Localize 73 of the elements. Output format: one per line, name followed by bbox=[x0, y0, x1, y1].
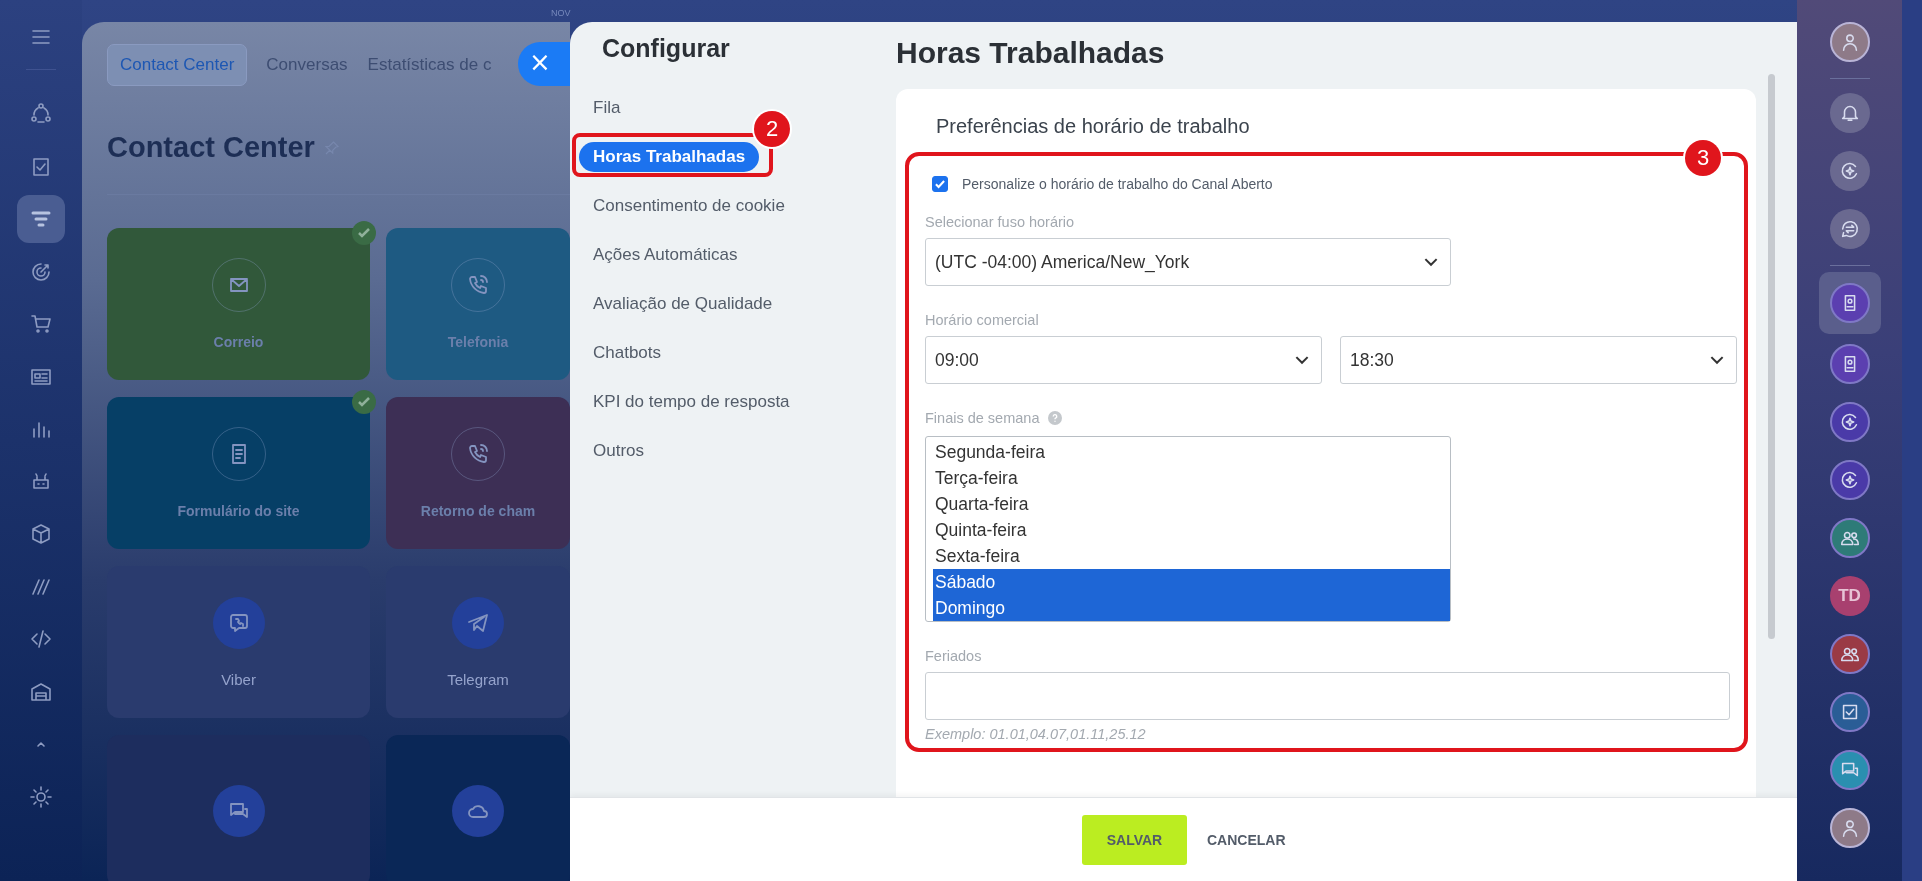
sidebar-title: Configurar bbox=[602, 34, 731, 63]
list-option[interactable]: Quinta-feira bbox=[933, 517, 1450, 543]
list-option[interactable]: Sexta-feira bbox=[933, 543, 1450, 569]
cube-icon[interactable] bbox=[29, 522, 53, 546]
sparkle-icon[interactable] bbox=[1829, 151, 1870, 191]
list-option[interactable]: Domingo bbox=[933, 595, 1450, 621]
tile-label: Telegram bbox=[447, 670, 509, 688]
list-option[interactable]: Segunda-feira bbox=[933, 439, 1450, 465]
phone-icon bbox=[466, 442, 490, 466]
field-label: Finais de semana bbox=[925, 410, 1040, 426]
list-option[interactable]: Quarta-feira bbox=[933, 491, 1450, 517]
initials-avatar[interactable]: TD bbox=[1829, 576, 1870, 616]
sidebar-item[interactable]: Consentimento de cookie bbox=[579, 190, 799, 221]
settings-icon[interactable] bbox=[29, 784, 53, 809]
timezone-select[interactable]: (UTC -04:00) America/New_York bbox=[925, 238, 1451, 286]
active-app-frame[interactable] bbox=[1818, 272, 1881, 334]
page-title: Horas Trabalhadas bbox=[896, 36, 1166, 70]
tile-label: Viber bbox=[221, 670, 256, 688]
cart-icon[interactable] bbox=[29, 312, 53, 336]
avatar[interactable] bbox=[1829, 22, 1870, 62]
checkbox-label: Personalize o horário de trabalho do Canal Aberto bbox=[962, 176, 1273, 192]
step-number: 3 bbox=[1685, 140, 1721, 176]
chat-arrows-icon[interactable] bbox=[1829, 209, 1870, 249]
step-number: 2 bbox=[754, 111, 790, 147]
nav-item-active[interactable] bbox=[17, 195, 65, 243]
checkbox[interactable] bbox=[932, 176, 948, 192]
start-time-select[interactable]: 09:00 bbox=[925, 336, 1322, 384]
people-icon[interactable] bbox=[1829, 634, 1870, 674]
sidebar-item[interactable]: Outros bbox=[579, 435, 659, 466]
contact-book-icon[interactable] bbox=[1829, 283, 1870, 323]
page-title: Contact Center bbox=[107, 131, 315, 164]
contact-book-icon[interactable] bbox=[1829, 344, 1870, 384]
field-label: Selecionar fuso horário bbox=[925, 214, 1076, 230]
field-label: Horário comercial bbox=[925, 312, 1040, 328]
phone-icon bbox=[466, 273, 490, 297]
list-option[interactable]: Sábado bbox=[933, 569, 1450, 595]
tile-label: Telefonia bbox=[447, 334, 509, 350]
nodes-icon[interactable] bbox=[29, 102, 53, 126]
save-button[interactable]: SALVAR bbox=[1082, 814, 1187, 865]
channel-tile[interactable]: Telegram bbox=[386, 566, 570, 718]
sidebar-item[interactable]: KPI do tempo de resposta bbox=[579, 386, 804, 417]
sidebar-item[interactable]: Avaliação de Qualidade bbox=[579, 288, 787, 319]
tile-label: Formulário do site bbox=[177, 503, 300, 519]
caret-icon bbox=[1710, 355, 1724, 365]
holidays-input[interactable] bbox=[925, 672, 1730, 720]
channel-tile[interactable] bbox=[107, 735, 370, 881]
code-icon[interactable] bbox=[29, 627, 53, 651]
chat-icon[interactable] bbox=[1829, 750, 1870, 790]
list-option[interactable]: Terça-feira bbox=[933, 465, 1450, 491]
sidebar-item[interactable]: Horas Trabalhadas bbox=[579, 141, 760, 172]
sparkle-icon[interactable] bbox=[1829, 460, 1870, 500]
field-hint: Exemplo: 01.01,04.07,01.11,25.12 bbox=[925, 726, 1147, 742]
weekend-listbox[interactable]: Segunda-feira Terça-feira Quarta-feira Quinta-feira Sexta-feira Sábado Domingo bbox=[925, 436, 1451, 622]
tile-label: Correio bbox=[213, 334, 264, 350]
close-button[interactable]: × bbox=[518, 42, 570, 86]
tile-label: Retorno de cham bbox=[420, 503, 536, 519]
avatar[interactable] bbox=[1829, 808, 1870, 848]
field-label: Feriados bbox=[925, 648, 983, 664]
scrollbar[interactable] bbox=[1768, 74, 1775, 639]
sidebar-item[interactable]: Chatbots bbox=[579, 337, 676, 368]
people-icon[interactable] bbox=[1829, 518, 1870, 558]
sidebar-item[interactable]: Fila bbox=[579, 92, 635, 123]
caret-icon bbox=[1424, 257, 1438, 267]
channel-tile[interactable]: Viber bbox=[107, 566, 370, 718]
inbox-check-icon[interactable] bbox=[1829, 692, 1870, 732]
sidebar-item[interactable]: Ações Automáticas bbox=[579, 239, 752, 270]
end-time-select[interactable]: 18:30 bbox=[1340, 336, 1737, 384]
cancel-button[interactable]: CANCELAR bbox=[1207, 823, 1286, 856]
new-label: NOV bbox=[551, 8, 571, 18]
section-title: Preferências de horário de trabalho bbox=[936, 115, 1251, 138]
caret-icon bbox=[1295, 355, 1309, 365]
bell-icon[interactable] bbox=[1829, 93, 1870, 133]
sparkle-icon[interactable] bbox=[1829, 402, 1870, 442]
